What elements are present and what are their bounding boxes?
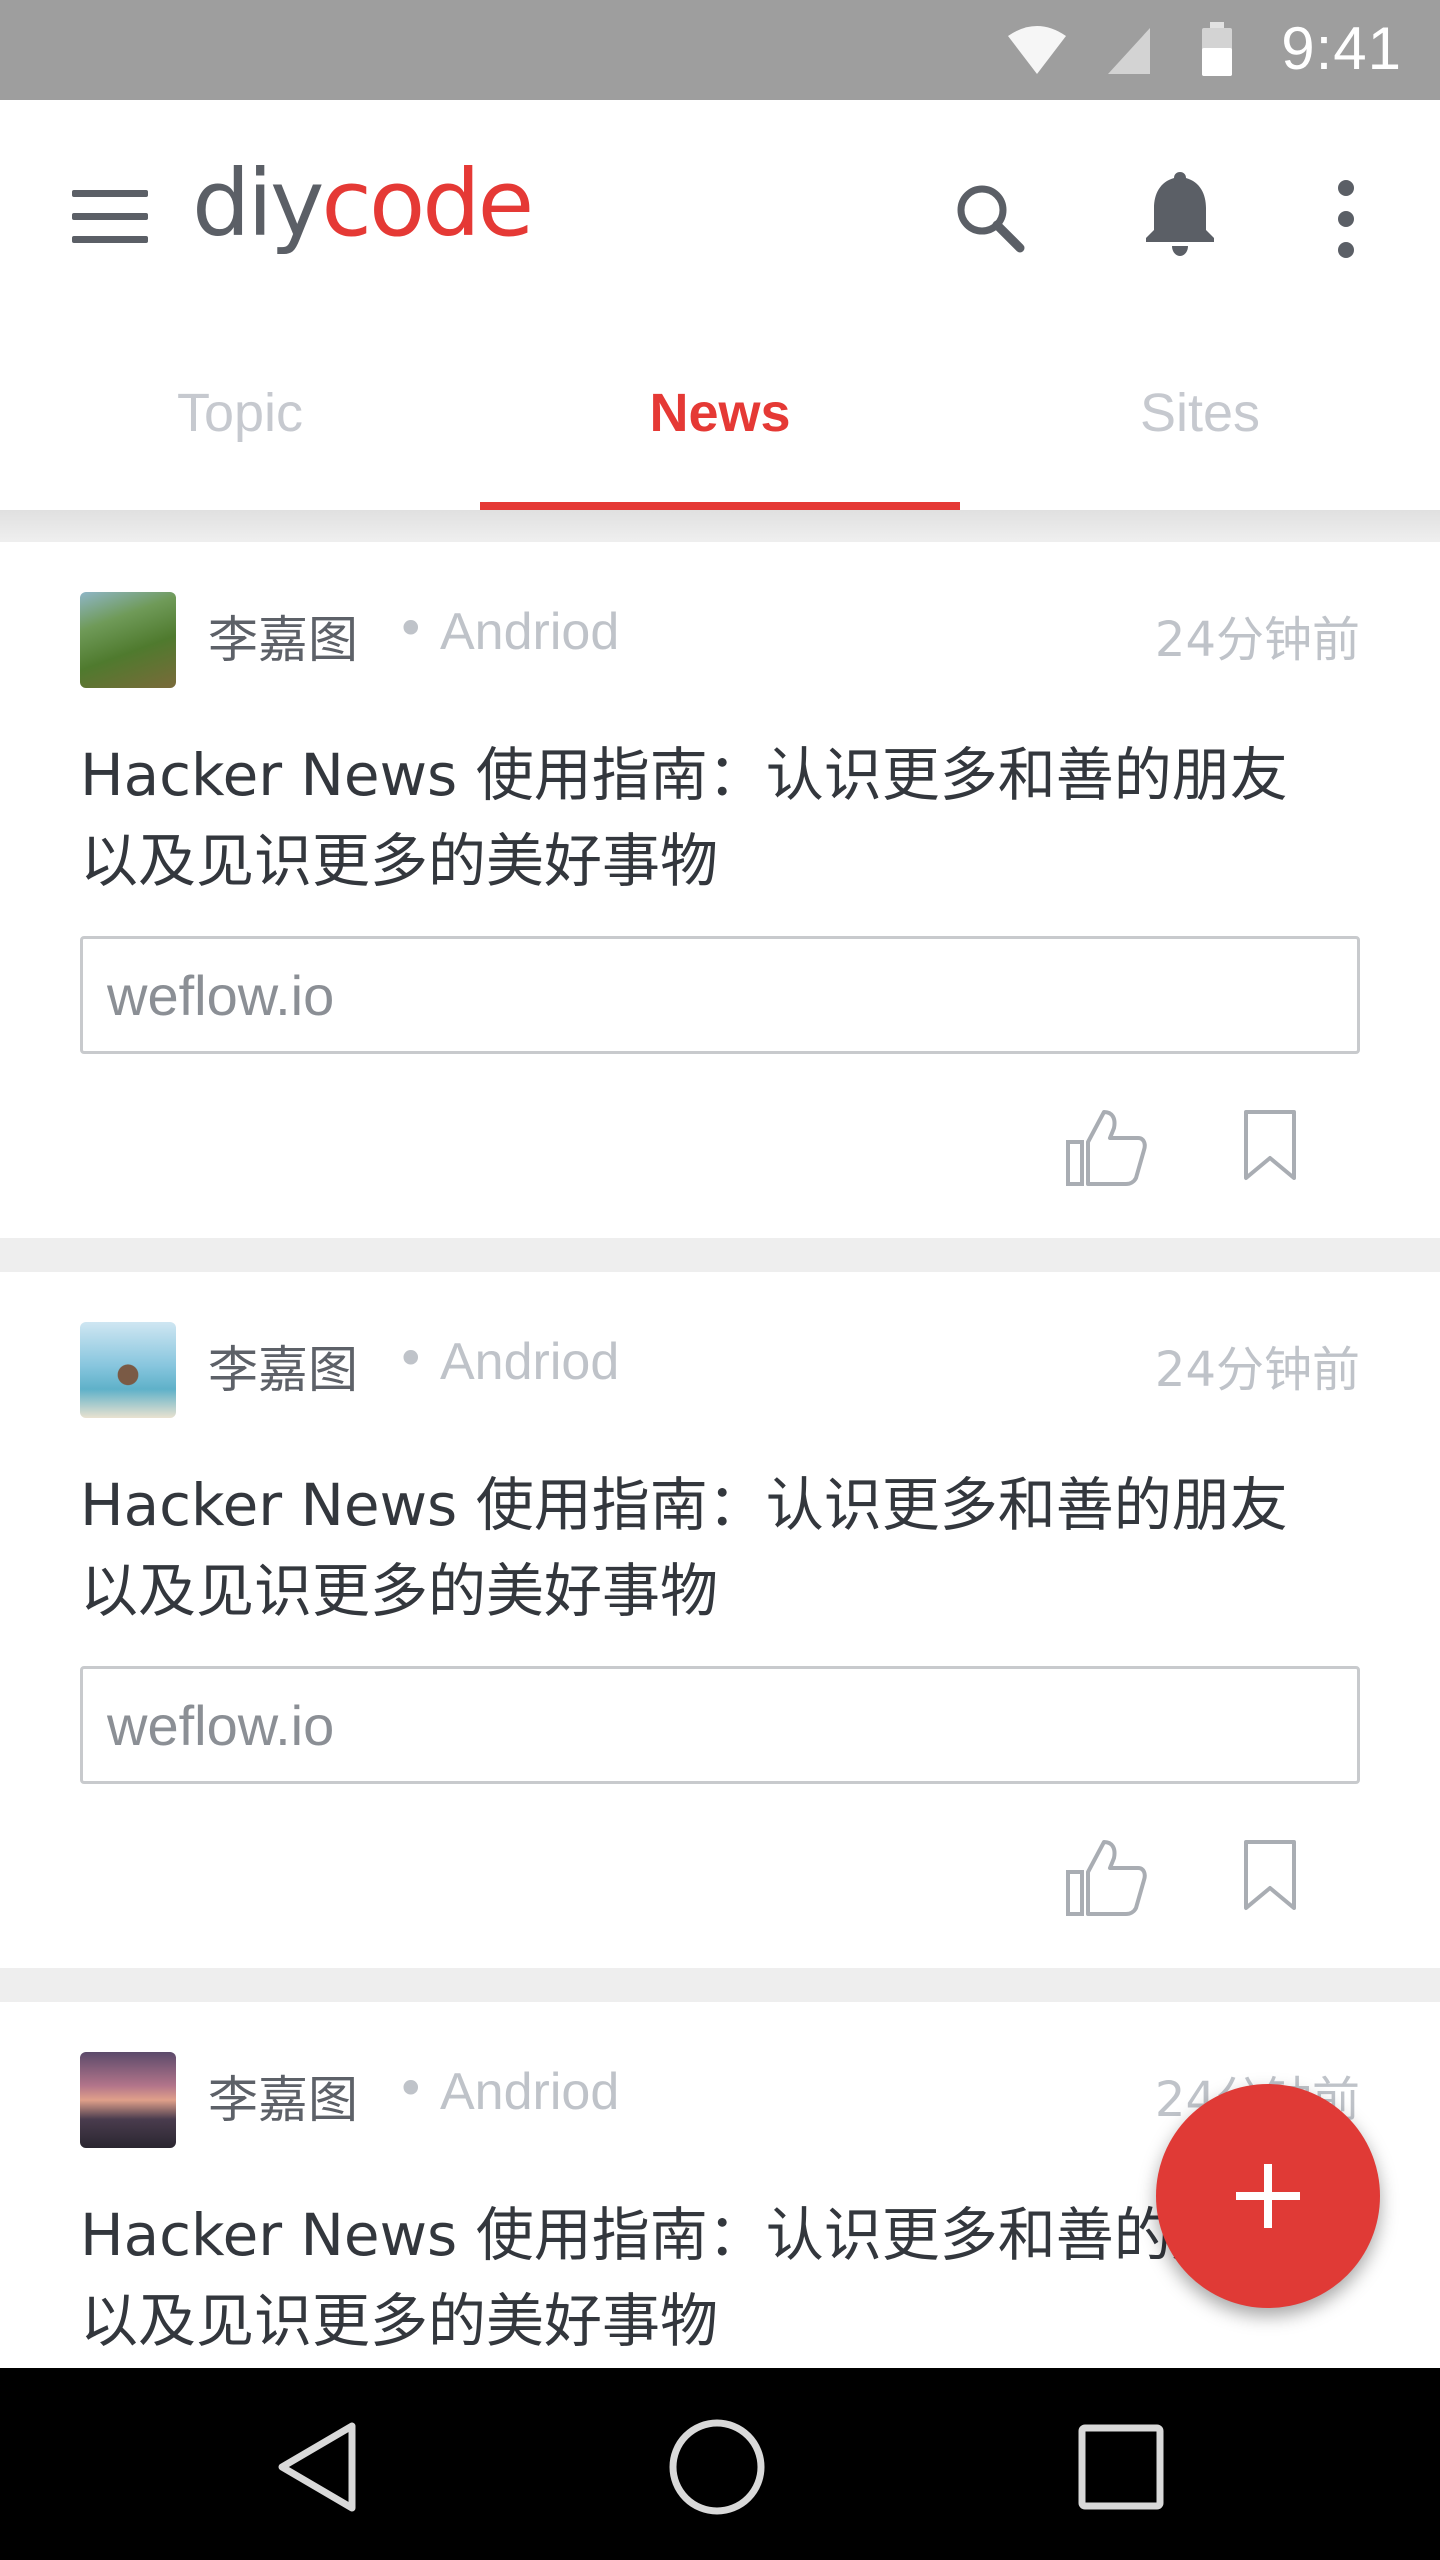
recents-icon[interactable]: [1066, 2412, 1176, 2522]
back-icon[interactable]: [264, 2412, 374, 2522]
plus-icon: [1236, 2164, 1300, 2228]
author-name[interactable]: 李嘉图: [208, 600, 358, 672]
post-time: 24分钟前: [1154, 612, 1360, 668]
system-nav-bar: [0, 2368, 1440, 2560]
avatar[interactable]: [80, 2052, 176, 2148]
news-title-line-1: Hacker News 使用指南：认识更多和善的朋友: [80, 741, 1288, 809]
news-title-line-2: 以及见识更多的美好事物: [80, 827, 719, 895]
tab-topic[interactable]: Topic: [0, 320, 480, 510]
logo-part-code: code: [321, 150, 534, 257]
app-logo: diycode: [192, 158, 534, 250]
avatar[interactable]: [80, 592, 176, 688]
link-domain: weflow.io: [107, 964, 335, 1027]
news-title[interactable]: Hacker News 使用指南：认识更多和善的朋友 以及见识更多的美好事物: [80, 732, 1380, 904]
news-title-line-2: 以及见识更多的美好事物: [80, 2287, 719, 2355]
link-domain: weflow.io: [107, 1694, 335, 1757]
status-bar: 9:41: [0, 0, 1440, 100]
news-title-line-1: Hacker News 使用指南：认识更多和善的朋友: [80, 1471, 1288, 1539]
link-box[interactable]: weflow.io: [80, 1666, 1360, 1784]
wifi-icon: [1008, 26, 1066, 74]
tabs-divider: [0, 510, 1440, 540]
battery-icon: [1202, 22, 1232, 76]
news-title[interactable]: Hacker News 使用指南：认识更多和善的朋友 以及见识更多的美好事物: [80, 1462, 1380, 1634]
signal-icon: [1108, 28, 1150, 74]
bookmark-icon[interactable]: [1240, 1838, 1300, 1912]
home-icon[interactable]: [662, 2412, 772, 2522]
author-name[interactable]: 李嘉图: [208, 1330, 358, 1402]
menu-icon[interactable]: [72, 182, 152, 252]
status-time: 9:41: [1281, 15, 1402, 82]
node-label[interactable]: Andriod: [440, 602, 619, 662]
avatar[interactable]: [80, 1322, 176, 1418]
tab-sites[interactable]: Sites: [960, 320, 1440, 510]
news-card[interactable]: 李嘉图 • Andriod 24分钟前 Hacker News 使用指南：认识更…: [0, 542, 1440, 1238]
post-time: 24分钟前: [1154, 1342, 1360, 1398]
bookmark-icon[interactable]: [1240, 1108, 1300, 1182]
thumbs-up-icon[interactable]: [1064, 1838, 1148, 1918]
bell-icon[interactable]: [1140, 168, 1220, 258]
tab-bar: Topic News Sites: [0, 320, 1440, 510]
search-icon[interactable]: [950, 178, 1030, 258]
node-label[interactable]: Andriod: [440, 1332, 619, 1392]
node-label[interactable]: Andriod: [440, 2062, 619, 2122]
news-title-line-2: 以及见识更多的美好事物: [80, 1557, 719, 1625]
more-vert-icon[interactable]: [1326, 174, 1366, 264]
separator-dot: •: [396, 600, 426, 658]
tab-news[interactable]: News: [480, 320, 960, 510]
logo-part-diy: diy: [192, 150, 324, 257]
separator-dot: •: [396, 1330, 426, 1388]
news-card[interactable]: 李嘉图 • Andriod 24分钟前 Hacker News 使用指南：认识更…: [0, 1272, 1440, 1968]
thumbs-up-icon[interactable]: [1064, 1108, 1148, 1188]
author-name[interactable]: 李嘉图: [208, 2060, 358, 2132]
fab-add-button[interactable]: [1156, 2084, 1380, 2308]
link-box[interactable]: weflow.io: [80, 936, 1360, 1054]
separator-dot: •: [396, 2060, 426, 2118]
